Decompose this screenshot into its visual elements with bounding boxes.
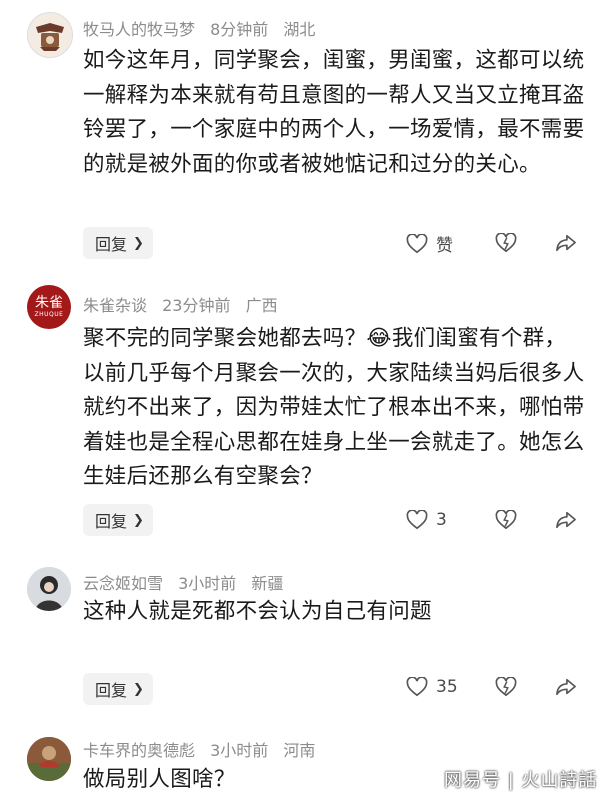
dislike-icon [495,677,517,697]
username[interactable]: 云念姬如雪 [83,574,163,593]
like-button[interactable]: 赞 [406,231,453,256]
reply-button[interactable]: 回复 ❯ [83,673,153,705]
chevron-right-icon: ❯ [133,512,144,528]
like-button[interactable]: 3 [406,510,447,530]
comment-text: 如今这年月，同学聚会，闺蜜，男闺蜜，这都可以统一解释为本来就有苟且意图的一帮人又… [83,48,585,177]
comment-text: 聚不完的同学聚会她都去吗？😂我们闺蜜有个群，以前几乎每个月聚会一次的，大家陆续当… [83,322,588,495]
comment-meta: 云念姬如雪 3小时前 新疆 [83,570,293,594]
share-button[interactable] [555,677,577,697]
share-button[interactable] [555,233,577,253]
avatar[interactable] [27,12,73,58]
reply-button[interactable]: 回复 ❯ [83,227,153,259]
dislike-button[interactable] [495,510,517,530]
chevron-right-icon: ❯ [133,235,144,251]
avatar-title: 朱雀 [35,294,63,311]
username[interactable]: 朱雀杂谈 [83,296,147,315]
location: 广西 [245,296,278,315]
location: 河南 [283,741,316,760]
username[interactable]: 卡车界的奥德彪 [83,741,195,760]
share-button[interactable] [555,510,577,530]
avatar[interactable] [27,567,71,611]
like-count: 3 [436,510,447,530]
comment-meta: 牧马人的牧马梦 8分钟前 湖北 [83,16,325,40]
reply-label: 回复 [95,512,128,531]
like-icon [406,510,428,530]
comment-meta: 卡车界的奥德彪 3小时前 河南 [83,737,325,761]
comment-text: 这种人就是死都不会认为自己有问题 [83,599,432,624]
location: 新疆 [251,574,284,593]
like-icon [406,677,428,697]
comment-meta: 朱雀杂谈 23分钟前 广西 [83,292,288,316]
dislike-icon [495,233,517,253]
avatar[interactable]: 朱雀 ZHUQUE [27,285,71,329]
like-button[interactable]: 35 [406,677,458,697]
portrait-avatar-image [27,567,71,611]
dislike-button[interactable] [495,677,517,697]
chevron-right-icon: ❯ [133,681,144,697]
reply-button[interactable]: 回复 ❯ [83,504,153,536]
reply-label: 回复 [95,681,128,700]
reply-label: 回复 [95,235,128,254]
laughing-emoji-icon: 😂 [366,326,392,351]
avatar[interactable] [27,737,71,781]
timestamp: 8分钟前 [210,20,269,39]
share-icon [556,678,576,696]
like-count: 赞 [436,236,453,256]
like-count: 35 [436,677,458,697]
dislike-icon [495,510,517,530]
dislike-button[interactable] [495,233,517,253]
location: 湖北 [283,20,316,39]
avatar-subtitle: ZHUQUE [34,310,64,318]
timestamp: 3小时前 [178,574,237,593]
comment-item: 牧马人的牧马梦 8分钟前 湖北 如今这年月，同学聚会，闺蜜，男闺蜜，这都可以统一… [0,0,607,270]
comment-item: 云念姬如雪 3小时前 新疆 这种人就是死都不会认为自己有问题 回复 ❯ 35 [0,555,607,715]
watermark: 网易号 | 火山詩話 [444,770,598,791]
like-icon [406,233,428,253]
share-icon [556,234,576,252]
emblem-avatar-image [28,13,72,57]
truck-avatar-image [27,737,71,781]
comment-item: 朱雀 ZHUQUE 朱雀杂谈 23分钟前 广西 聚不完的同学聚会她都去吗？😂我们… [0,270,607,550]
username[interactable]: 牧马人的牧马梦 [83,20,195,39]
share-icon [556,511,576,529]
timestamp: 3小时前 [210,741,269,760]
comment-text-part: 聚不完的同学聚会她都去吗？ [83,326,367,351]
timestamp: 23分钟前 [162,296,231,315]
